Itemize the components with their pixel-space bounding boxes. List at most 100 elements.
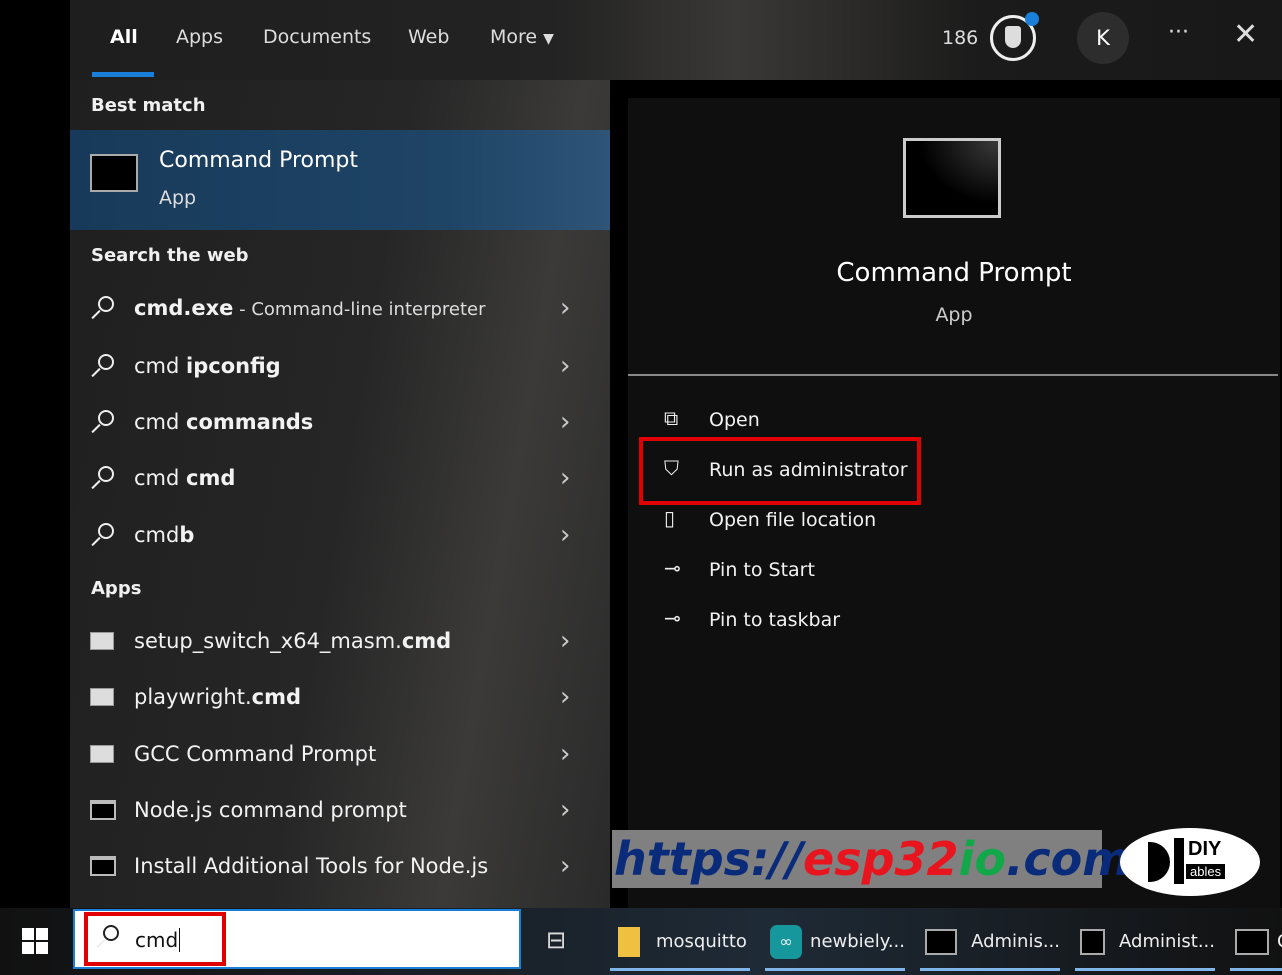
watermark-text: io [958, 832, 1006, 886]
app-name: Node.js command prompt [134, 798, 407, 822]
action-label: Pin to taskbar [709, 609, 841, 631]
close-icon[interactable]: ✕ [1233, 20, 1258, 50]
apps-heading: Apps [91, 578, 142, 599]
folder-icon [618, 926, 640, 957]
app-name: GCC Command Prompt [134, 742, 377, 766]
task-view-icon[interactable]: ⊟ [546, 926, 566, 954]
ellipsis-icon[interactable]: ··· [1168, 20, 1189, 45]
script-icon [90, 632, 114, 650]
watermark-text: esp32 [803, 832, 959, 886]
tab-more-label: More [490, 26, 538, 48]
console-icon [90, 856, 116, 876]
highlight-box [84, 912, 226, 966]
web-result-query: cmd [134, 466, 187, 490]
chevron-right-icon[interactable]: › [560, 463, 570, 493]
best-match-heading: Best match [91, 95, 206, 116]
chevron-right-icon[interactable]: › [560, 682, 570, 712]
folder-icon: ▯ [664, 506, 676, 530]
web-result-description: - Command-line interpreter [233, 299, 486, 320]
divider [628, 374, 1278, 376]
search-icon [98, 523, 114, 539]
taskbar-item-label: mosquitto [656, 931, 747, 952]
app-name: setup_switch_x64_masm. [134, 629, 402, 653]
web-result[interactable]: cmd cmd › [70, 450, 610, 506]
taskbar-item[interactable]: Adminis... [920, 908, 1060, 975]
best-match-item[interactable]: Command Prompt App [70, 130, 610, 230]
watermark-text: https:// [614, 832, 804, 886]
app-result[interactable]: Node.js command prompt › [70, 782, 610, 838]
app-result[interactable]: GCC Command Prompt › [70, 726, 610, 782]
web-result-query: cmd [134, 354, 187, 378]
detail-subtitle: App [935, 304, 973, 326]
best-match-subtitle: App [159, 187, 197, 209]
taskbar-item-label: C [1277, 931, 1282, 952]
tab-apps[interactable]: Apps [176, 26, 223, 48]
taskbar-item[interactable]: ∞ newbiely... [765, 908, 905, 975]
pin-icon: ⊸ [664, 556, 681, 580]
diyables-logo: DIY ables [1120, 828, 1260, 896]
script-icon [90, 745, 114, 763]
chevron-right-icon[interactable]: › [560, 739, 570, 769]
web-result-suggestion: cmd [186, 466, 236, 490]
avatar[interactable]: K [1077, 12, 1129, 64]
app-result[interactable]: playwright.cmd › [70, 669, 610, 725]
taskbar-item[interactable]: mosquitto [610, 908, 750, 975]
action-label: Open [709, 409, 760, 431]
taskbar-item-label: newbiely... [810, 931, 905, 952]
search-web-heading: Search the web [91, 245, 249, 266]
action-label: Open file location [709, 509, 877, 531]
chevron-right-icon[interactable]: › [560, 293, 570, 323]
chevron-right-icon[interactable]: › [560, 520, 570, 550]
arduino-icon: ∞ [770, 924, 803, 959]
app-name-match: cmd [401, 629, 452, 653]
chevron-right-icon[interactable]: › [560, 351, 570, 381]
highlight-box [639, 437, 921, 505]
web-result-suggestion: commands [186, 410, 314, 434]
web-result-query: cmd [134, 410, 187, 434]
search-icon [98, 466, 114, 482]
tab-all[interactable]: All [110, 26, 138, 48]
web-result[interactable]: cmd.exe - Command-line interpreter › [70, 280, 610, 336]
web-result-query: cmd.exe [134, 296, 234, 320]
console-icon [1235, 928, 1269, 955]
action-label: Pin to Start [709, 559, 815, 581]
rewards-trophy-icon[interactable] [990, 12, 1039, 61]
taskbar-item[interactable]: C [1230, 908, 1282, 975]
app-result[interactable]: Install Additional Tools for Node.js › [70, 838, 610, 894]
taskbar-item-label: Administ... [1119, 931, 1215, 952]
app-result[interactable]: setup_switch_x64_masm.cmd › [70, 613, 610, 669]
tab-more[interactable]: More ▼ [490, 26, 554, 48]
console-icon [1080, 928, 1106, 955]
search-icon [98, 354, 114, 370]
chevron-right-icon[interactable]: › [560, 795, 570, 825]
taskbar-item[interactable]: Administ... [1075, 908, 1215, 975]
chevron-right-icon[interactable]: › [560, 626, 570, 656]
taskbar-item-label: Adminis... [971, 931, 1060, 952]
app-name: playwright. [134, 685, 252, 709]
web-result[interactable]: cmd ipconfig › [70, 338, 610, 394]
search-icon [98, 410, 114, 426]
web-result-suggestion: ipconfig [186, 354, 281, 378]
best-match-title: Command Prompt [159, 148, 358, 173]
web-result[interactable]: cmdb › [70, 507, 610, 563]
app-name: Install Additional Tools for Node.js [134, 854, 489, 878]
chevron-right-icon[interactable]: › [560, 407, 570, 437]
tab-web[interactable]: Web [408, 26, 449, 48]
pin-icon: ⊸ [664, 606, 681, 630]
web-result-query: cmd [134, 523, 180, 547]
search-icon [98, 296, 114, 312]
command-prompt-large-icon [903, 138, 1001, 218]
watermark-banner: https://esp32io.com [612, 830, 1130, 888]
tab-documents[interactable]: Documents [263, 26, 371, 48]
active-tab-indicator [92, 72, 154, 77]
gear-script-icon [90, 688, 114, 706]
detail-title: Command Prompt [836, 258, 1072, 288]
web-result[interactable]: cmd commands › [70, 394, 610, 450]
rewards-points: 186 [942, 27, 979, 49]
web-result-suggestion: b [179, 523, 195, 547]
console-icon [90, 800, 116, 820]
watermark-text: .com [1005, 832, 1131, 886]
command-prompt-icon [90, 154, 138, 192]
windows-start-icon[interactable] [22, 928, 48, 954]
chevron-right-icon[interactable]: › [560, 851, 570, 881]
